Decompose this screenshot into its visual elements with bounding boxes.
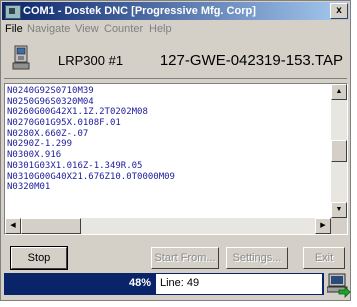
title-bar[interactable]: COM1 - Dostek DNC [Progressive Mfg. Corp… xyxy=(2,2,349,20)
code-line: N0320M01 xyxy=(7,182,51,193)
code-line: N0280X.660Z-.07 xyxy=(7,128,89,139)
horizontal-scrollbar[interactable]: ◀ ▶ xyxy=(5,218,331,234)
stop-button[interactable]: Stop xyxy=(10,246,68,270)
code-line: N0310G00G40X21.676Z10.0T0000M09 xyxy=(7,171,175,182)
vertical-scrollbar[interactable]: ▲ ▼ xyxy=(331,84,347,218)
code-line: N0300X.916 xyxy=(7,150,62,161)
menu-navigate[interactable]: Navigate xyxy=(27,23,70,35)
menu-help[interactable]: Help xyxy=(149,23,172,35)
nc-code-view[interactable]: N0240G92S0710M39 N0250G96S0320M04 N0260G00… xyxy=(4,83,348,235)
vertical-scroll-thumb[interactable] xyxy=(331,140,347,162)
exit-button[interactable]: Exit xyxy=(303,247,345,269)
start-from-button[interactable]: Start From... xyxy=(151,247,219,269)
menu-bar: File Navigate View Counter Help xyxy=(2,21,349,38)
code-line: N0250G96S0320M04 xyxy=(7,96,94,107)
machine-icon[interactable] xyxy=(12,45,30,71)
file-name: 127-GWE-042319-153.TAP xyxy=(159,52,343,69)
code-line: N0301G03X1.016Z-1.349R.05 xyxy=(7,160,143,171)
menu-counter[interactable]: Counter xyxy=(104,23,143,35)
code-line: N0270G01G95X.0108F.01 xyxy=(7,118,121,129)
scroll-corner xyxy=(331,218,347,234)
code-line: N0240G92S0710M39 xyxy=(7,86,94,96)
menu-file[interactable]: File xyxy=(5,23,23,35)
close-button[interactable]: x xyxy=(330,3,348,19)
code-lines: N0240G92S0710M39 N0250G96S0320M04 N0260G00… xyxy=(7,86,329,216)
app-icon xyxy=(5,5,21,19)
settings-button[interactable]: Settings... xyxy=(226,247,288,269)
code-line: N0290Z-1.299 xyxy=(7,139,73,150)
toolbar: LRP300 #1 127-GWE-042319-153.TAP xyxy=(4,41,347,79)
line-counter: Line: 49 xyxy=(156,274,322,294)
scroll-right-arrow-icon[interactable]: ▶ xyxy=(315,218,331,234)
scroll-left-arrow-icon[interactable]: ◀ xyxy=(5,218,21,234)
scroll-up-arrow-icon[interactable]: ▲ xyxy=(331,84,347,100)
menu-view[interactable]: View xyxy=(75,23,99,35)
machine-name: LRP300 #1 xyxy=(58,53,124,68)
line-counter-label: Line: 49 xyxy=(160,277,200,289)
window-title: COM1 - Dostek DNC [Progressive Mfg. Corp… xyxy=(23,5,256,17)
dnc-window: COM1 - Dostek DNC [Progressive Mfg. Corp… xyxy=(0,0,351,301)
code-line: N0260G00G42X1.1Z.2T0202M08 xyxy=(7,107,148,118)
send-data-icon[interactable] xyxy=(327,272,351,298)
transfer-status-bar: 48% Line: 49 xyxy=(4,273,324,295)
horizontal-scroll-thumb[interactable] xyxy=(21,218,81,234)
scroll-down-arrow-icon[interactable]: ▼ xyxy=(331,202,347,218)
progress-percent: 48% xyxy=(129,277,152,289)
